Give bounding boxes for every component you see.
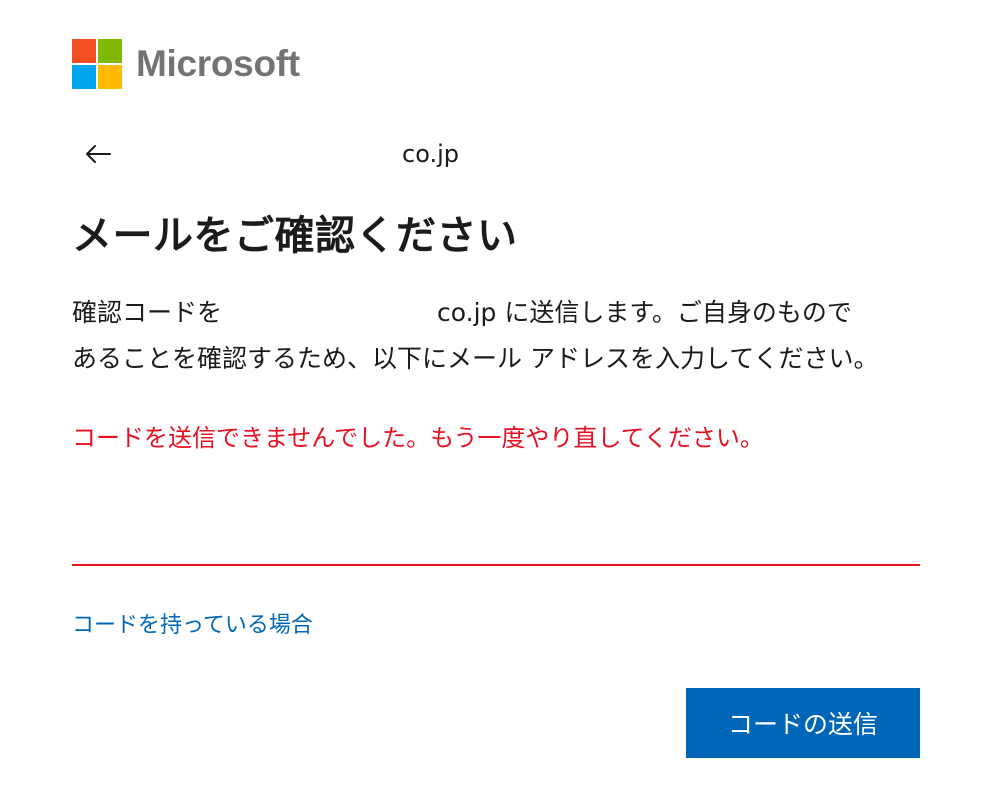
description: 確認コードを co.jp に送信します。ご自身のもので あることを確認するため、以… bbox=[72, 290, 932, 382]
have-code-link[interactable]: コードを持っている場合 bbox=[72, 606, 313, 646]
microsoft-logo: Microsoft bbox=[72, 38, 300, 90]
send-code-button[interactable]: コードの送信 bbox=[686, 688, 920, 758]
error-message: コードを送信できませんでした。もう一度やり直してください。 bbox=[72, 424, 764, 452]
brand-name: Microsoft bbox=[136, 43, 300, 84]
sign-in-card: Microsoft co.jp メールをご確認ください 確認コードを co.jp … bbox=[0, 0, 999, 809]
description-line-2: あることを確認するため、以下にメール アドレスを入力してください。 bbox=[72, 344, 879, 373]
back-arrow-icon bbox=[86, 145, 111, 163]
email-input[interactable] bbox=[72, 518, 920, 566]
description-line-1-start: 確認コードを bbox=[72, 298, 223, 327]
page-title: メールをご確認ください bbox=[72, 213, 518, 259]
description-line-1: 確認コードを co.jp に送信します。ご自身のもので bbox=[72, 290, 932, 336]
microsoft-logo-icon bbox=[72, 39, 122, 89]
identity-email: co.jp bbox=[402, 140, 459, 168]
description-line-1-end: co.jp に送信します。ご自身のもので bbox=[437, 298, 852, 327]
identity-banner: co.jp bbox=[72, 133, 920, 175]
back-button[interactable] bbox=[82, 138, 114, 170]
